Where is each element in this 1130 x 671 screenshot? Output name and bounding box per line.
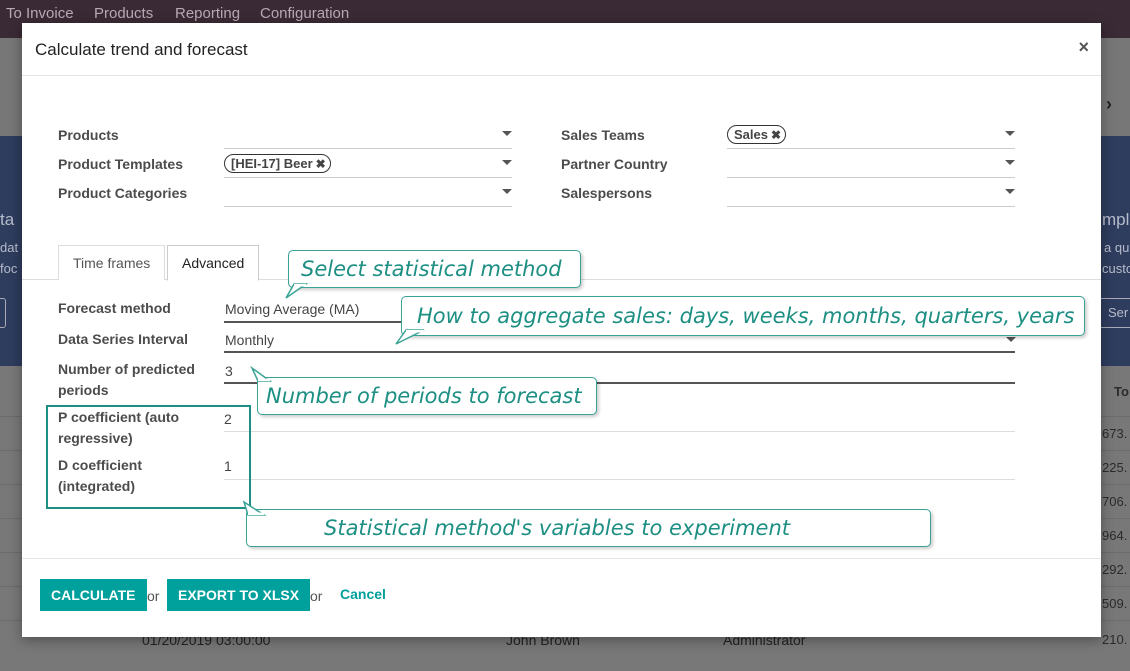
callout-periods-forecast: Number of periods to forecast	[257, 377, 597, 415]
tab-time-frames[interactable]: Time frames	[58, 245, 166, 280]
callout-pointer	[250, 365, 273, 382]
data-series-underline	[224, 351, 1015, 353]
calculate-button[interactable]: CALCULATE	[40, 579, 147, 611]
callout-text: Statistical method's variables to experi…	[324, 516, 790, 540]
tab-advanced[interactable]: Advanced	[167, 245, 260, 281]
bg-cell: 673.	[1102, 426, 1128, 441]
forecast-method-select[interactable]: Moving Average (MA)	[225, 301, 359, 317]
partner-country-label: Partner Country	[561, 156, 668, 172]
dialog-header: Calculate trend and forecast ×	[22, 23, 1101, 76]
callout-aggregate-sales: How to aggregate sales: days, weeks, mon…	[401, 296, 1085, 336]
bg-nav-products: Products	[94, 5, 154, 22]
callout-text: Number of periods to forecast	[266, 384, 582, 408]
products-label: Products	[58, 127, 119, 143]
remove-tag-icon[interactable]: ✖	[771, 128, 781, 142]
bg-cell: 210.	[1102, 632, 1128, 647]
tag-label: [HEI-17] Beer	[231, 156, 313, 171]
bg-left-button	[0, 298, 6, 328]
bg-right-fragment: mpl	[1102, 210, 1130, 229]
sales-team-tag: Sales ✖	[727, 125, 787, 144]
callout-pointer	[285, 283, 309, 299]
bg-cell: 706.	[1102, 494, 1128, 509]
bg-cell: 964.	[1102, 528, 1128, 543]
predicted-periods-input[interactable]: 3	[225, 363, 233, 379]
partner-country-field[interactable]	[727, 152, 1015, 178]
chevron-down-icon[interactable]	[502, 160, 512, 165]
callout-pointer	[395, 329, 425, 345]
callout-pointer	[242, 500, 267, 516]
bg-right-fragment: a qu	[1104, 240, 1130, 255]
bg-right-fragment: Ser	[1108, 305, 1129, 320]
callout-select-method: Select statistical method	[288, 250, 581, 288]
remove-tag-icon[interactable]: ✖	[316, 157, 326, 171]
bg-left-fragment: dat	[0, 240, 19, 255]
bg-cell: 225.	[1102, 460, 1128, 475]
bg-left-fragment: foc	[0, 261, 18, 276]
callout-method-variables: Statistical method's variables to experi…	[246, 509, 931, 547]
sales-teams-field[interactable]: Sales ✖	[727, 123, 1015, 149]
bg-cell: 292.	[1102, 562, 1128, 577]
or-separator: or	[147, 588, 160, 604]
products-field[interactable]	[224, 123, 512, 149]
data-series-interval-select[interactable]: Monthly	[225, 332, 274, 348]
product-categories-label: Product Categories	[58, 185, 188, 201]
chevron-down-icon[interactable]	[502, 131, 512, 136]
salespersons-field[interactable]	[727, 181, 1015, 207]
bg-cell: 509.	[1102, 596, 1128, 611]
cancel-link[interactable]: Cancel	[340, 586, 386, 602]
product-templates-label: Product Templates	[58, 156, 183, 172]
predicted-periods-label-line1: Number of predicted	[58, 361, 195, 377]
sales-teams-label: Sales Teams	[561, 127, 645, 143]
product-categories-field[interactable]	[224, 181, 512, 207]
callout-text: How to aggregate sales: days, weeks, mon…	[417, 304, 1075, 328]
forecast-method-label: Forecast method	[58, 300, 171, 316]
bg-left-fragment: ta	[0, 210, 15, 229]
bg-nav-configuration: Configuration	[260, 5, 350, 22]
chevron-right-icon: ›	[1106, 94, 1112, 114]
coefficients-highlight-box	[46, 405, 251, 509]
callout-text: Select statistical method	[301, 257, 562, 281]
bg-nav-to-invoice: To Invoice	[6, 5, 74, 22]
data-series-interval-label: Data Series Interval	[58, 331, 188, 347]
chevron-down-icon[interactable]	[502, 189, 512, 194]
dialog-footer-divider	[22, 558, 1101, 559]
product-templates-field[interactable]: [HEI-17] Beer ✖	[224, 152, 512, 178]
bg-column-header: To	[1114, 384, 1129, 399]
d-coefficient-underline	[224, 479, 1015, 480]
chevron-down-icon[interactable]	[1006, 337, 1016, 342]
bg-right-fragment: custo	[1102, 261, 1130, 276]
close-icon[interactable]: ×	[1078, 37, 1089, 58]
chevron-down-icon[interactable]	[1005, 189, 1015, 194]
tag-label: Sales	[734, 127, 768, 142]
product-template-tag: [HEI-17] Beer ✖	[224, 154, 331, 173]
salespersons-label: Salespersons	[561, 185, 653, 201]
predicted-periods-label-line2: periods	[58, 382, 109, 398]
p-coefficient-underline	[224, 431, 1015, 432]
chevron-down-icon[interactable]	[1005, 160, 1015, 165]
bg-nav-reporting: Reporting	[175, 5, 241, 22]
export-xlsx-button[interactable]: EXPORT TO XLSX	[167, 579, 311, 611]
chevron-down-icon[interactable]	[1005, 131, 1015, 136]
or-separator: or	[310, 588, 323, 604]
dialog-title: Calculate trend and forecast	[35, 40, 248, 59]
